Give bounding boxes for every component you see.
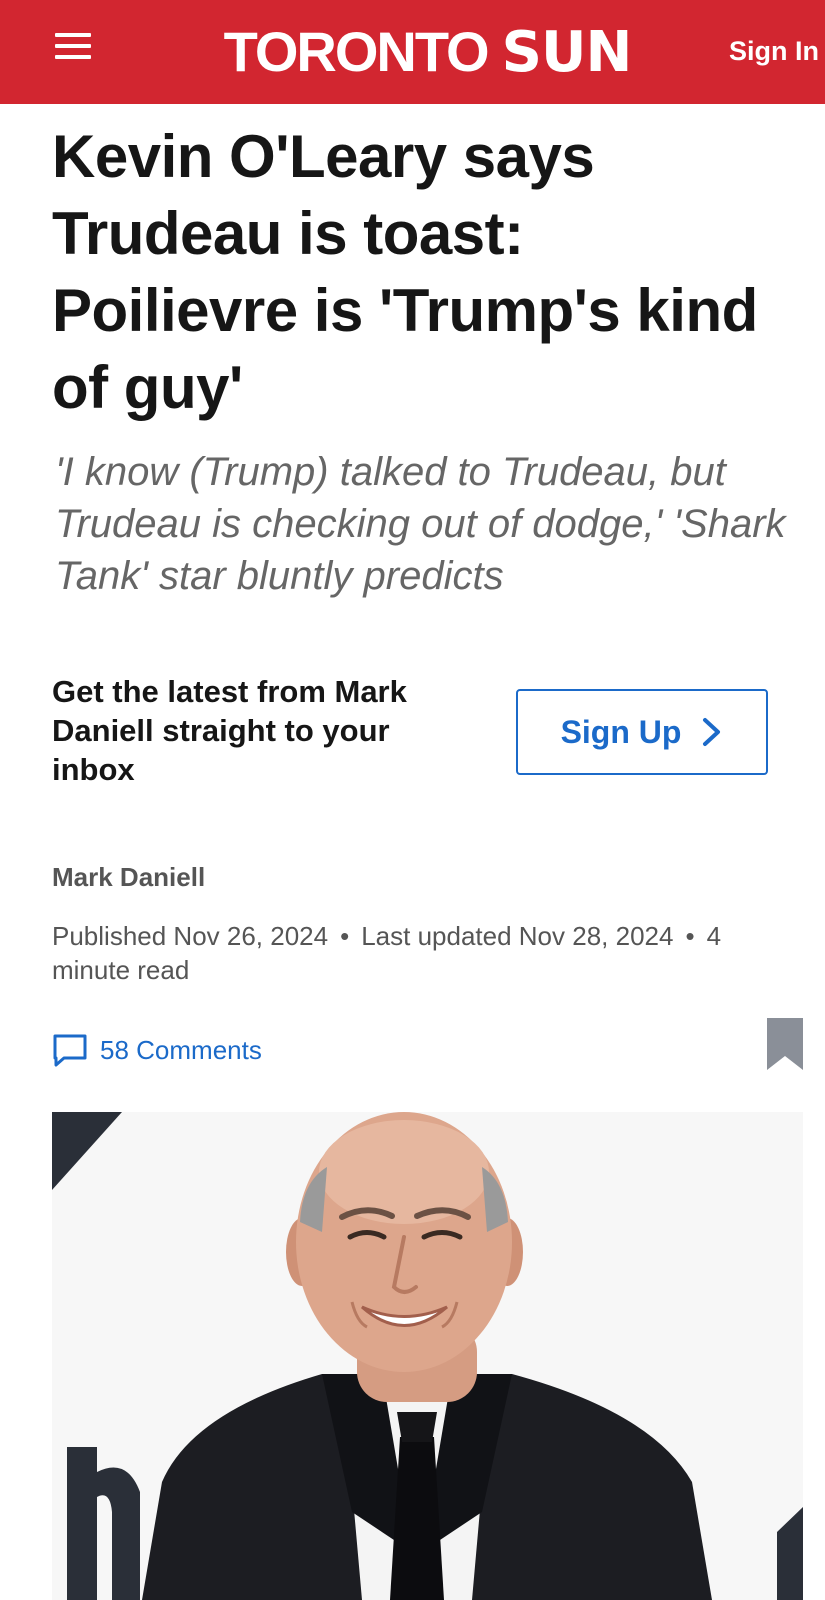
published-date: Published Nov 26, 2024 (52, 921, 329, 951)
article-headline: Kevin O'Leary says Trudeau is toast: Poi… (52, 123, 758, 421)
author-name[interactable]: Mark Daniell (52, 862, 205, 893)
logo-toronto: TORONTO (223, 20, 490, 83)
article-subheadline: 'I know (Trump) talked to Trudeau, but T… (55, 450, 786, 598)
site-logo[interactable]: TORONTO SUN (0, 22, 825, 83)
sign-up-label: Sign Up (560, 713, 682, 750)
sign-up-button[interactable]: Sign Up (516, 689, 768, 775)
updated-date: Last updated Nov 28, 2024 (361, 921, 674, 951)
article-meta: Published Nov 26, 2024 • Last updated Nov … (52, 919, 792, 987)
photo-image (52, 1112, 803, 1600)
comments-link[interactable]: 58 Comments (52, 1030, 262, 1070)
meta-separator: • (685, 921, 695, 951)
article-photo[interactable] (52, 1112, 803, 1600)
site-header: TORONTO SUN Sign In (0, 0, 825, 104)
chevron-right-icon (703, 718, 721, 746)
logo-sun: SUN (501, 20, 633, 85)
bookmark-icon[interactable] (767, 1018, 803, 1070)
comments-count: 58 Comments (100, 1034, 262, 1065)
comment-icon (53, 1034, 87, 1067)
meta-separator: • (340, 921, 350, 951)
newsletter-prompt: Get the latest from Mark Daniell straigh… (52, 674, 407, 787)
sign-in-link[interactable]: Sign In (729, 36, 819, 67)
